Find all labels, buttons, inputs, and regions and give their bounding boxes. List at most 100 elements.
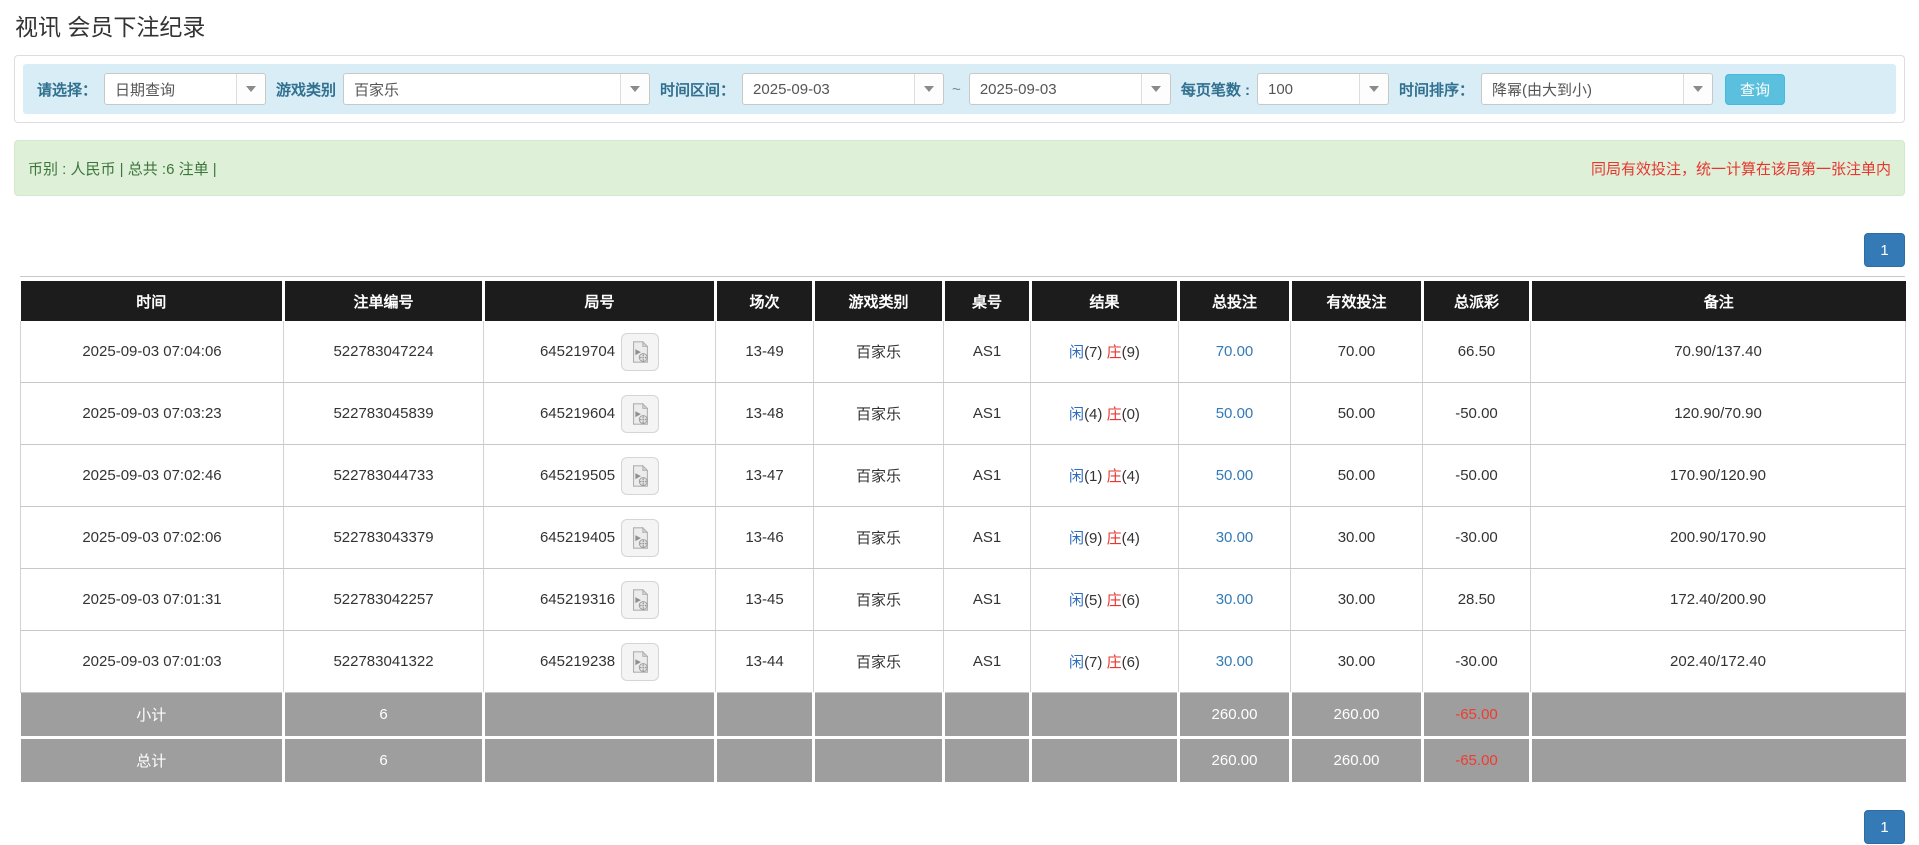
cell-session: 13-46 — [716, 507, 814, 569]
result-player-score: (7) — [1084, 654, 1102, 671]
video-replay-button[interactable] — [621, 581, 659, 619]
game-category-label: 游戏类别 — [276, 79, 336, 100]
cell-valid-bet: 70.00 — [1291, 321, 1423, 383]
total-label: 总计 — [21, 738, 284, 783]
video-replay-button[interactable] — [621, 643, 659, 681]
column-header: 有效投注 — [1291, 281, 1423, 321]
cell-remark: 172.40/200.90 — [1531, 569, 1906, 631]
result-player-label: 闲 — [1069, 654, 1084, 671]
cell-valid-bet: 30.00 — [1291, 569, 1423, 631]
cell-table-no: AS1 — [944, 507, 1031, 569]
cell-table-no: AS1 — [944, 631, 1031, 693]
chevron-down-icon[interactable] — [1683, 74, 1712, 104]
column-header: 注单编号 — [284, 281, 484, 321]
video-replay-button[interactable] — [621, 519, 659, 557]
result-banker-score: (9) — [1122, 344, 1140, 361]
cell-bet-id: 522783042257 — [284, 569, 484, 631]
cell-round: 645219604 — [484, 383, 716, 445]
video-replay-button[interactable] — [621, 395, 659, 433]
game-category-select[interactable]: 百家乐 — [343, 73, 650, 105]
total-bet-link[interactable]: 30.00 — [1216, 529, 1254, 546]
search-button[interactable]: 查询 — [1725, 74, 1785, 105]
cell-total-bet: 30.00 — [1179, 631, 1291, 693]
round-id: 645219316 — [540, 591, 615, 608]
summary-currency-count: 币别 : 人民币 | 总共 :6 注单 | — [28, 158, 217, 179]
total-bet-link[interactable]: 30.00 — [1216, 591, 1254, 608]
cell-time: 2025-09-03 07:03:23 — [21, 383, 284, 445]
cell-result: 闲(5) 庄(6) — [1031, 569, 1179, 631]
cell-valid-bet: 50.00 — [1291, 445, 1423, 507]
subtotal-payout: -65.00 — [1423, 693, 1531, 738]
cell-session: 13-48 — [716, 383, 814, 445]
page-1-button[interactable]: 1 — [1864, 810, 1905, 844]
cell-remark: 200.90/170.90 — [1531, 507, 1906, 569]
cell-table-no: AS1 — [944, 569, 1031, 631]
date-to-select[interactable]: 2025-09-03 — [969, 73, 1171, 105]
chevron-down-icon[interactable] — [914, 74, 943, 104]
cell-payout: -50.00 — [1423, 383, 1531, 445]
page-size-select[interactable]: 100 — [1257, 73, 1389, 105]
result-banker-score: (4) — [1122, 468, 1140, 485]
pagination-top: 1 — [0, 233, 1905, 267]
total-bet-link[interactable]: 30.00 — [1216, 653, 1254, 670]
round-id: 645219505 — [540, 467, 615, 484]
date-from-select[interactable]: 2025-09-03 — [742, 73, 944, 105]
cell-payout: -30.00 — [1423, 507, 1531, 569]
subtotal-row: 小计 6 260.00 260.00 -65.00 — [21, 693, 1906, 738]
video-replay-icon — [628, 650, 652, 674]
video-replay-button[interactable] — [621, 457, 659, 495]
result-banker-label: 庄 — [1107, 468, 1122, 485]
total-payout: -65.00 — [1423, 738, 1531, 783]
page-1-button[interactable]: 1 — [1864, 233, 1905, 267]
cell-game: 百家乐 — [814, 569, 944, 631]
result-player-label: 闲 — [1069, 468, 1084, 485]
cell-session: 13-45 — [716, 569, 814, 631]
cell-result: 闲(7) 庄(6) — [1031, 631, 1179, 693]
page-size-value: 100 — [1258, 81, 1359, 98]
page-title: 视讯 会员下注纪录 — [15, 8, 1919, 42]
column-header: 局号 — [484, 281, 716, 321]
total-row: 总计 6 260.00 260.00 -65.00 — [21, 738, 1906, 783]
game-category-value: 百家乐 — [344, 79, 620, 100]
table-row: 2025-09-03 07:02:06 522783043379 6452194… — [21, 507, 1906, 569]
table-row: 2025-09-03 07:01:03 522783041322 6452192… — [21, 631, 1906, 693]
result-player-score: (7) — [1084, 344, 1102, 361]
table-row: 2025-09-03 07:04:06 522783047224 6452197… — [21, 321, 1906, 383]
page-size-label: 每页笔数 : — [1181, 79, 1250, 100]
total-bet-link[interactable]: 50.00 — [1216, 405, 1254, 422]
chevron-down-icon[interactable] — [1359, 74, 1388, 104]
cell-remark: 170.90/120.90 — [1531, 445, 1906, 507]
cell-total-bet: 50.00 — [1179, 383, 1291, 445]
query-type-select[interactable]: 日期查询 — [104, 73, 266, 105]
subtotal-count: 6 — [284, 693, 484, 738]
pagination-bottom: 1 — [0, 810, 1905, 844]
result-player-label: 闲 — [1069, 406, 1084, 423]
cell-bet-id: 522783041322 — [284, 631, 484, 693]
cell-bet-id: 522783045839 — [284, 383, 484, 445]
total-bet-link[interactable]: 70.00 — [1216, 343, 1254, 360]
records-table-wrap: 时间注单编号局号场次游戏类别桌号结果总投注有效投注总派彩备注 2025-09-0… — [20, 276, 1905, 782]
cell-total-bet: 70.00 — [1179, 321, 1291, 383]
chevron-down-icon[interactable] — [620, 74, 649, 104]
chevron-down-icon[interactable] — [236, 74, 265, 104]
cell-result: 闲(7) 庄(9) — [1031, 321, 1179, 383]
result-player-label: 闲 — [1069, 530, 1084, 547]
video-replay-icon — [628, 402, 652, 426]
total-bet-link[interactable]: 50.00 — [1216, 467, 1254, 484]
result-player-label: 闲 — [1069, 344, 1084, 361]
cell-game: 百家乐 — [814, 631, 944, 693]
video-replay-icon — [628, 588, 652, 612]
chevron-down-icon[interactable] — [1141, 74, 1170, 104]
result-banker-label: 庄 — [1107, 654, 1122, 671]
column-header: 游戏类别 — [814, 281, 944, 321]
cell-session: 13-44 — [716, 631, 814, 693]
video-replay-button[interactable] — [621, 333, 659, 371]
cell-time: 2025-09-03 07:01:03 — [21, 631, 284, 693]
cell-bet-id: 522783043379 — [284, 507, 484, 569]
cell-bet-id: 522783044733 — [284, 445, 484, 507]
cell-bet-id: 522783047224 — [284, 321, 484, 383]
result-banker-label: 庄 — [1107, 406, 1122, 423]
sort-select[interactable]: 降幂(由大到小) — [1481, 73, 1713, 105]
video-replay-icon — [628, 464, 652, 488]
total-count: 6 — [284, 738, 484, 783]
